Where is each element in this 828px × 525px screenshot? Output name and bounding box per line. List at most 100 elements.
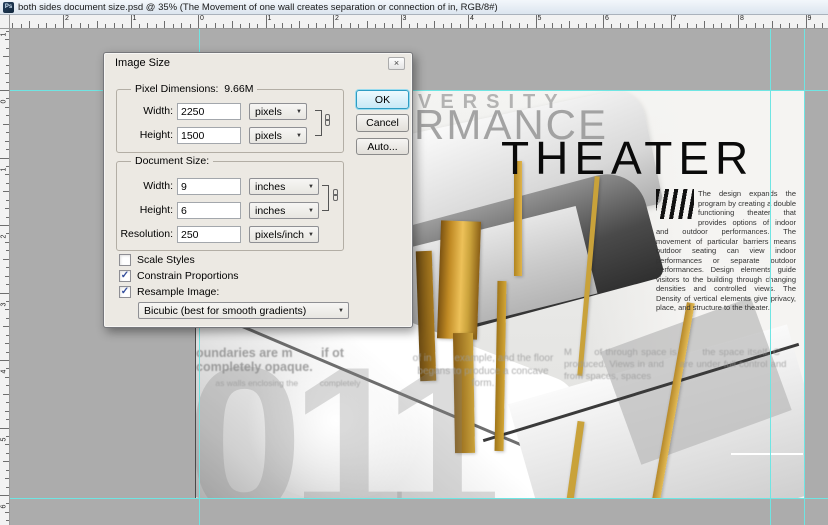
guide-vertical-right-edge[interactable] [804, 26, 805, 525]
ruler-tick [6, 115, 9, 116]
cancel-button[interactable]: Cancel [356, 114, 409, 132]
chevron-down-icon: ▼ [308, 232, 314, 238]
ruler-tick [671, 15, 672, 28]
constrain-proportions-checkbox-row[interactable]: ✓ Constrain Proportions [119, 269, 239, 282]
poster-logo-icon [656, 189, 694, 219]
ruler-tick [232, 21, 233, 28]
width-label: Width: [118, 105, 173, 117]
ruler-number: 7 [673, 15, 677, 22]
ruler-tick [561, 24, 562, 28]
ruler-tick [12, 23, 13, 28]
horizontal-ruler[interactable]: 210123456789 [10, 15, 828, 29]
ruler-tick [485, 23, 486, 28]
resolution-input[interactable] [177, 226, 241, 243]
pixel-width-input[interactable] [177, 103, 241, 120]
doc-height-unit-select[interactable]: inches ▼ [249, 202, 319, 219]
guide-horizontal-bottom[interactable] [0, 498, 828, 499]
ruler-number: 4 [470, 15, 474, 22]
vertical-ruler[interactable]: 10123456 [0, 29, 10, 525]
guide-vertical-right-inner[interactable] [770, 26, 771, 525]
document-size-label: Document Size: [131, 155, 213, 167]
ruler-tick [730, 24, 731, 28]
ruler-tick [156, 24, 157, 28]
ruler-tick [0, 428, 9, 429]
ruler-tick [510, 24, 511, 28]
ruler-tick [0, 360, 9, 361]
ruler-tick [63, 15, 64, 28]
ruler-tick [6, 149, 9, 150]
ruler-tick [468, 15, 469, 28]
ruler-tick [569, 21, 570, 28]
ruler-tick [5, 377, 9, 378]
doc-width-unit-select[interactable]: inches ▼ [249, 178, 319, 195]
ruler-number: 3 [1, 299, 8, 309]
ruler-tick [780, 24, 781, 28]
ruler-tick [5, 39, 9, 40]
doc-width-label: Width: [118, 180, 173, 192]
ruler-tick [131, 15, 132, 28]
ruler-tick [274, 24, 275, 28]
auto-button[interactable]: Auto... [356, 138, 409, 155]
doc-height-input[interactable] [177, 202, 241, 219]
resolution-unit-select[interactable]: pixels/inch ▼ [249, 226, 319, 243]
pixel-height-input[interactable] [177, 127, 241, 144]
resample-image-checkbox[interactable]: ✓ [119, 286, 131, 298]
link-bracket [322, 185, 329, 211]
ruler-tick [662, 24, 663, 28]
ruler-tick [21, 24, 22, 28]
ruler-tick [88, 24, 89, 28]
ruler-tick [5, 141, 9, 142]
ruler-tick [789, 23, 790, 28]
scale-styles-checkbox-row[interactable]: Scale Styles [119, 253, 195, 266]
ruler-tick [6, 65, 9, 66]
ruler-tick [325, 24, 326, 28]
poster-caption-right: M of through space is the space itself. … [564, 347, 799, 383]
ruler-tick [460, 24, 461, 28]
ruler-tick [797, 24, 798, 28]
ok-button[interactable]: OK [356, 90, 409, 109]
ruler-tick [257, 24, 258, 28]
pixel-height-unit-select[interactable]: pixels ▼ [249, 127, 307, 144]
ruler-tick [5, 512, 9, 513]
scale-styles-checkbox[interactable] [119, 254, 131, 266]
ruler-tick [5, 174, 9, 175]
ruler-tick [249, 23, 250, 28]
ruler-tick [401, 15, 402, 28]
resample-image-checkbox-row[interactable]: ✓ Resample Image: [119, 285, 219, 298]
document-titlebar[interactable]: Ps both sides document size.psd @ 35% (T… [0, 0, 828, 15]
ruler-tick [603, 15, 604, 28]
ruler-number: 5 [538, 15, 542, 22]
chevron-down-icon: ▼ [308, 184, 314, 190]
ruler-number: 9 [808, 15, 812, 22]
ruler-corner[interactable] [0, 15, 10, 29]
ruler-tick [164, 21, 165, 28]
ruler-tick [6, 82, 9, 83]
ruler-tick [0, 495, 9, 496]
ruler-tick [223, 24, 224, 28]
doc-width-input[interactable] [177, 178, 241, 195]
ruler-tick [679, 24, 680, 28]
close-icon[interactable]: × [388, 57, 405, 70]
constrain-proportions-checkbox[interactable]: ✓ [119, 270, 131, 282]
link-chain-icon [323, 114, 332, 126]
ruler-tick [417, 23, 418, 28]
ruler-number: 6 [605, 15, 609, 22]
chevron-down-icon: ▼ [308, 208, 314, 214]
dialog-title: Image Size [115, 57, 170, 69]
chevron-down-icon: ▼ [296, 133, 302, 139]
ruler-number: 2 [1, 232, 8, 242]
document-title: both sides document size.psd @ 35% (The … [18, 2, 498, 13]
ruler-tick [0, 225, 9, 226]
chevron-down-icon: ▼ [296, 109, 302, 115]
doc-height-label: Height: [118, 204, 173, 216]
pixel-width-unit-select[interactable]: pixels ▼ [249, 103, 307, 120]
ruler-tick [181, 23, 182, 28]
ruler-tick [822, 23, 823, 28]
ruler-tick [6, 419, 9, 420]
ruler-tick [240, 24, 241, 28]
ruler-tick [6, 183, 9, 184]
ruler-tick [755, 23, 756, 28]
ruler-tick [333, 15, 334, 28]
resample-method-select[interactable]: Bicubic (best for smooth gradients) ▼ [138, 302, 349, 319]
ruler-number: 5 [1, 434, 8, 444]
